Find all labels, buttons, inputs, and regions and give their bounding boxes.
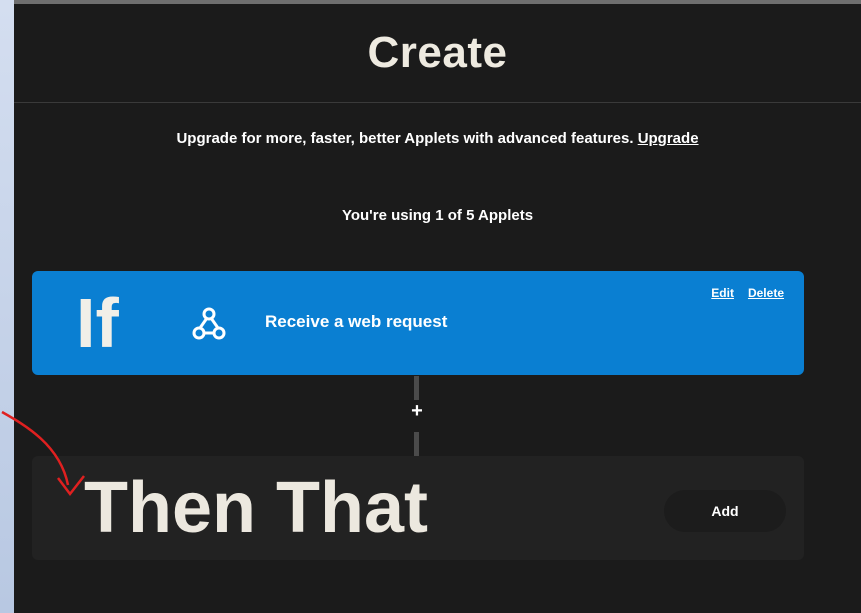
page-title: Create [367, 28, 508, 77]
trigger-label: Receive a web request [265, 312, 448, 331]
trigger-actions: Edit Delete [711, 286, 784, 300]
add-action-button[interactable]: Add [664, 490, 786, 532]
desktop-background [0, 0, 14, 613]
upgrade-link[interactable]: Upgrade [638, 130, 699, 147]
then-that-keyword: Then That [84, 468, 428, 548]
page-header: Create [14, 4, 861, 103]
add-step-plus-icon[interactable]: + [407, 400, 427, 423]
annotation-arrow-icon [1, 410, 85, 497]
webhook-icon [192, 307, 226, 340]
connector-lower [414, 432, 419, 456]
if-keyword: If [76, 284, 119, 362]
connector-upper [414, 376, 419, 400]
applet-usage-text: You're using 1 of 5 Applets [341, 207, 534, 224]
upgrade-banner: Upgrade for more, faster, better Applets… [14, 130, 861, 147]
delete-link[interactable]: Delete [748, 286, 784, 300]
then-that-card[interactable]: Then That Add [32, 456, 804, 560]
if-trigger-card[interactable]: If Receive a web request Edit Delete [32, 271, 804, 375]
edit-link[interactable]: Edit [711, 286, 734, 300]
upgrade-text: Upgrade for more, faster, better Applets… [176, 130, 634, 147]
